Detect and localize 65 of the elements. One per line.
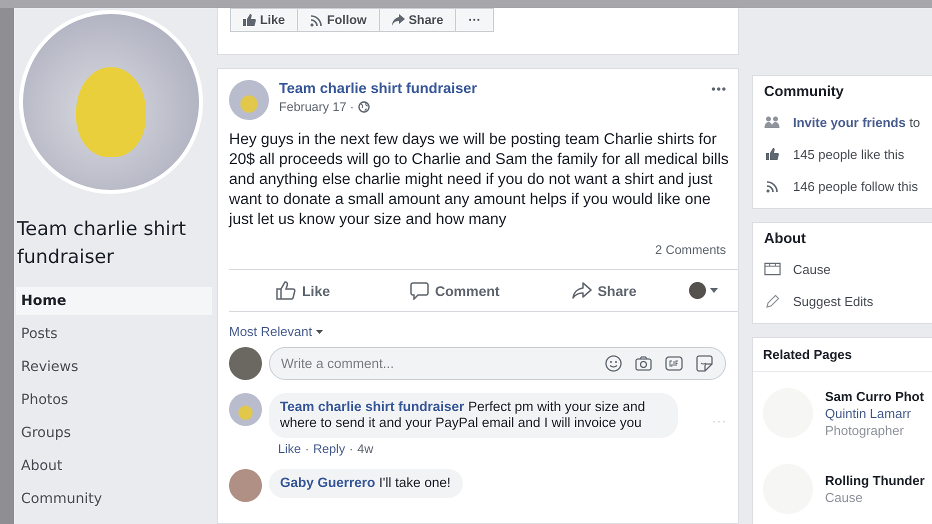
comments-count[interactable]: 2 Comments	[655, 243, 726, 257]
nav-item[interactable]: Groups	[16, 419, 212, 447]
page-name[interactable]: Sam Curro Phot	[825, 388, 924, 404]
suggest-edits-link[interactable]: Suggest Edits	[793, 294, 874, 308]
post-author[interactable]: Team charlie shirt fundraiser	[279, 81, 702, 97]
share-arrow-icon	[572, 282, 592, 299]
nav-item[interactable]: Reviews	[16, 353, 212, 381]
commenter-avatar	[229, 469, 262, 502]
smiley-icon[interactable]	[605, 355, 622, 372]
nav-item[interactable]: Posts	[16, 320, 212, 348]
comment-time: 4w	[357, 442, 374, 456]
category-text[interactable]: Cause	[793, 262, 831, 276]
page-name[interactable]: Rolling Thunder	[825, 473, 925, 488]
user-avatar	[229, 347, 262, 380]
post-date[interactable]: February 17 ·	[279, 100, 354, 114]
post-text: Hey guys in the next few days we will be posting team Charlie shirts for 20$ all proceeds will go to Charlie and Sam the family for all medical bills and anything else charlie might need if you do not want a shirt and just want to donate a small amount any amount helps if you would like one just let us know your size and how many	[229, 130, 729, 230]
nav-item[interactable]: Community	[16, 485, 212, 513]
comment-text: Gaby Guerrero I'll take one!	[269, 469, 463, 498]
pencil-icon	[764, 294, 781, 308]
separator: ·	[304, 442, 310, 456]
follow-button[interactable]: Follow	[297, 8, 380, 32]
camera-icon[interactable]	[635, 356, 652, 371]
friend-name[interactable]: Quintin Lamarr	[825, 406, 924, 420]
caret-icon	[316, 330, 324, 334]
sort-dropdown[interactable]: Most Relevant	[229, 324, 324, 339]
like-button[interactable]: Like	[276, 281, 330, 300]
followers-count[interactable]: 146 people follow this	[793, 178, 918, 194]
comment-field[interactable]: Write a comment...	[269, 347, 726, 380]
speech-bubble-icon	[410, 282, 430, 300]
comment-action-link[interactable]: Reply	[313, 442, 346, 456]
nav-item[interactable]: About	[16, 452, 212, 480]
comment-input[interactable]: Write a comment...	[281, 356, 592, 371]
commenter-avatar	[229, 393, 262, 426]
caret-icon	[710, 288, 718, 293]
thumbs-up-icon	[243, 14, 256, 26]
post-menu-button[interactable]: •••	[711, 82, 727, 96]
thumbs-up-icon	[764, 148, 781, 160]
card-title: Related Pages	[753, 338, 932, 372]
share-arrow-icon	[392, 14, 405, 26]
comment-text: Team charlie shirt fundraiser Perfect pm with your size and where to send it and your PayPal email and I will invoice you	[269, 393, 678, 438]
page-category: Cause	[825, 490, 864, 505]
page-category: Photographer	[825, 422, 905, 438]
more-button[interactable]: ···	[455, 8, 494, 32]
globe-icon	[358, 101, 370, 113]
two-people-icon	[764, 116, 781, 128]
gif-icon[interactable]	[665, 356, 683, 371]
like-button[interactable]: Like	[230, 8, 298, 32]
rss-icon	[764, 180, 781, 192]
rss-icon	[310, 14, 324, 26]
card-title: About	[764, 231, 807, 247]
sticker-icon[interactable]	[696, 355, 713, 372]
separator: ·	[349, 442, 354, 456]
invite-link[interactable]: Invite your friends to	[793, 114, 920, 130]
card-title: Community	[764, 84, 845, 100]
avatar	[229, 80, 269, 120]
comment-action-link[interactable]: Like	[278, 442, 301, 456]
share-button[interactable]: Share	[378, 8, 456, 32]
share-button[interactable]: Share	[572, 282, 636, 299]
nav-item[interactable]: Home	[16, 287, 212, 315]
likes-count[interactable]: 145 people like this	[793, 146, 904, 162]
thumbs-up-icon	[276, 281, 296, 300]
nav-item[interactable]: Photos	[16, 386, 212, 414]
page-name: Team charlie shirt fundraiser	[17, 217, 187, 270]
audience-selector[interactable]	[688, 282, 718, 299]
comment-button[interactable]: Comment	[410, 282, 500, 300]
